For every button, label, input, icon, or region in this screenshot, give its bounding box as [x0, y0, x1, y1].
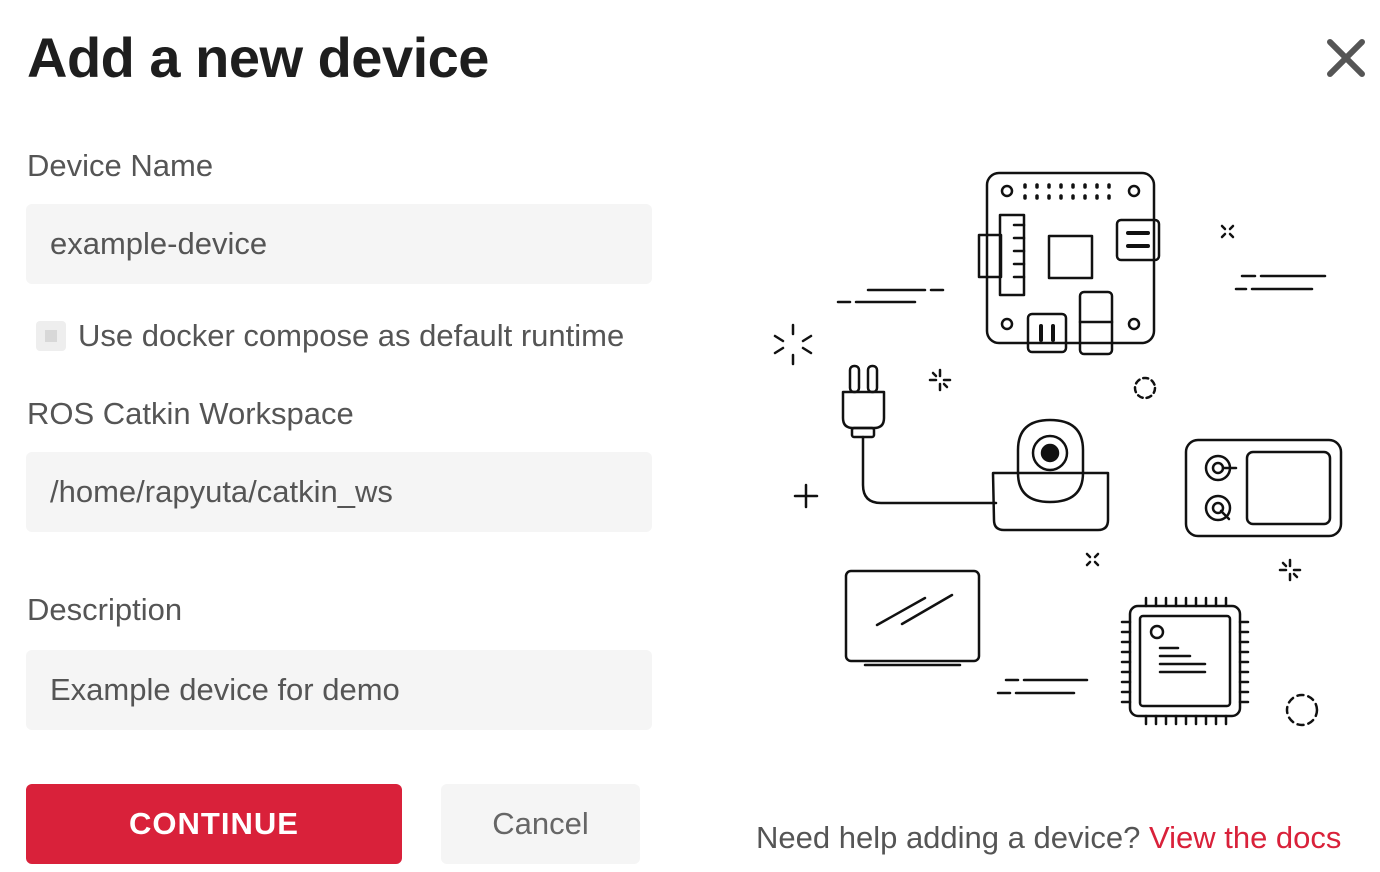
microchip-icon [1120, 596, 1250, 726]
checkbox-mark [45, 330, 57, 342]
close-icon [1327, 39, 1365, 77]
single-board-computer-icon [977, 171, 1161, 356]
description-label: Description [27, 592, 183, 627]
docker-compose-checkbox[interactable] [36, 321, 66, 351]
docker-compose-label: Use docker compose as default runtime [78, 318, 625, 353]
cancel-button[interactable]: Cancel [441, 784, 640, 864]
device-name-input[interactable]: example-device [26, 204, 652, 284]
add-device-dialog: Add a new device Device Name example-dev… [0, 0, 1380, 872]
docker-compose-option[interactable]: Use docker compose as default runtime [36, 316, 624, 356]
dialog-title: Add a new device [27, 26, 489, 89]
device-name-label: Device Name [27, 148, 214, 183]
help-question: Need help adding a device? [756, 820, 1141, 855]
close-button[interactable] [1320, 32, 1372, 84]
view-docs-link[interactable]: View the docs [1149, 820, 1341, 855]
camera-icon [991, 418, 1110, 532]
help-text: Need help adding a device? View the docs [756, 818, 1341, 858]
catkin-workspace-label: ROS Catkin Workspace [27, 396, 354, 431]
monitor-icon [844, 569, 981, 667]
control-panel-icon [1184, 438, 1343, 538]
continue-button[interactable]: CONTINUE [26, 784, 402, 864]
catkin-workspace-input[interactable]: /home/rapyuta/catkin_ws [26, 452, 652, 532]
power-plug-icon [841, 364, 998, 505]
description-input[interactable]: Example device for demo [26, 650, 652, 730]
devices-illustration [773, 171, 1343, 727]
